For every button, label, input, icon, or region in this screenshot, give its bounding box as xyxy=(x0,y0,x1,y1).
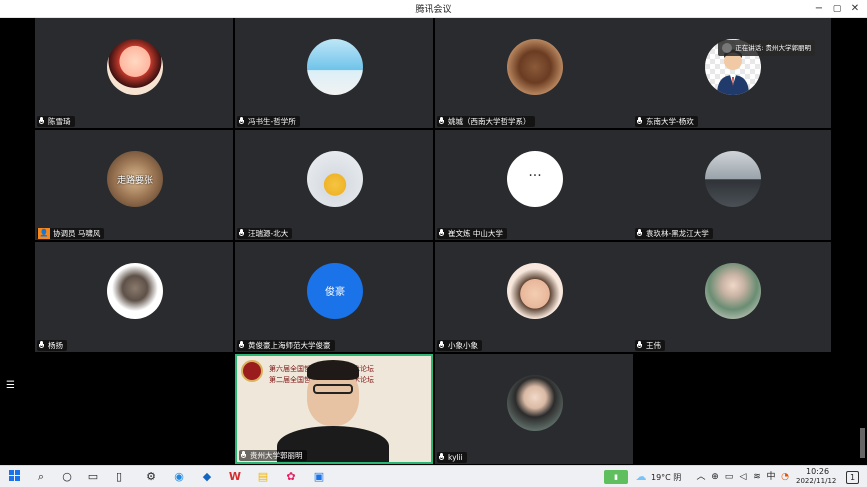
wifi-icon[interactable]: ≋ xyxy=(750,470,764,484)
participant-name: 小象小象 xyxy=(437,340,482,351)
close-button[interactable]: ✕ xyxy=(847,1,863,17)
avatar xyxy=(705,151,761,207)
search-icon[interactable]: ⌕ xyxy=(34,470,48,484)
wps-office-icon[interactable]: W xyxy=(228,470,242,484)
microphone-icon xyxy=(636,117,644,126)
participant-tile[interactable]: 杨扬 xyxy=(35,242,233,352)
microphone-icon xyxy=(438,453,446,462)
participant-tile[interactable]: 王伟 xyxy=(633,242,831,352)
dots-icon: ··· xyxy=(528,168,542,184)
file-explorer-icon[interactable]: ▤ xyxy=(256,470,270,484)
window-title: 腾讯会议 xyxy=(415,5,452,15)
participant-name: 黄俊豪上海师范大学俊豪 xyxy=(237,340,335,351)
tencent-meeting-taskbar-icon[interactable]: ▣ xyxy=(312,470,326,484)
battery-widget-icon[interactable]: ▮ xyxy=(604,470,628,484)
participant-name: 王伟 xyxy=(635,340,665,351)
avatar xyxy=(507,39,563,95)
clock-time[interactable]: 10:26 xyxy=(806,467,829,476)
participant-name: 崔文炼 中山大学 xyxy=(437,228,507,239)
maximize-button[interactable]: ▢ xyxy=(829,1,845,17)
ime-icon[interactable]: 中 xyxy=(764,470,778,484)
participant-name: 冯书生-哲学所 xyxy=(237,116,300,127)
settings-gear-icon[interactable]: ⚙ xyxy=(144,470,158,484)
edge-browser-icon[interactable]: ◉ xyxy=(172,470,186,484)
participant-name: 姚城（西南大学哲学系） xyxy=(437,116,535,127)
notification-icon[interactable]: 1 xyxy=(846,471,859,484)
windows-start-icon[interactable] xyxy=(8,470,22,484)
participant-tile[interactable]: 姚城（西南大学哲学系） xyxy=(435,18,633,128)
chevron-up-icon[interactable]: ︿ xyxy=(694,470,708,484)
photos-app-icon[interactable]: ✿ xyxy=(284,470,298,484)
avatar xyxy=(705,263,761,319)
microphone-icon xyxy=(38,117,46,126)
avatar: ··· xyxy=(507,151,563,207)
participant-tile[interactable]: ··· 崔文炼 中山大学 xyxy=(435,130,633,240)
microphone-icon xyxy=(38,341,46,350)
microphone-icon xyxy=(438,341,446,350)
avatar xyxy=(507,375,563,431)
scroll-handle[interactable] xyxy=(860,428,865,458)
microphone-icon xyxy=(438,117,446,126)
speaker-hair xyxy=(307,360,359,380)
microphone-icon xyxy=(238,229,246,238)
participant-tile[interactable]: 汪瑞源-北大 xyxy=(235,130,433,240)
microphone-icon xyxy=(240,451,248,460)
avatar xyxy=(107,263,163,319)
participant-name: 杨扬 xyxy=(37,340,67,351)
clock-date[interactable]: 2022/11/12 xyxy=(796,477,836,485)
avatar xyxy=(507,263,563,319)
menu-list-icon[interactable]: ☰ xyxy=(6,380,15,391)
weather-cloud-icon[interactable]: ☁ xyxy=(634,470,648,484)
avatar xyxy=(107,39,163,95)
meeting-stage: ☰ 陈雪琦 冯书生-哲学所 姚城（西南大学哲学系） 东南大学-杨欢 正在讲话: … xyxy=(0,18,867,465)
participant-tile[interactable]: 俊豪 黄俊豪上海师范大学俊豪 xyxy=(235,242,433,352)
participant-tile[interactable]: 东南大学-杨欢 正在讲话: 贵州大学郭丽明 xyxy=(633,18,831,128)
participant-video-tile-active[interactable]: 第六届全国哲学青年学生学术论坛 第二届全国哲学青年学生学术论坛 贵州大学郭丽明 xyxy=(235,354,433,464)
participant-tile[interactable]: 冯书生-哲学所 xyxy=(235,18,433,128)
network-icon[interactable]: ⊕ xyxy=(708,470,722,484)
glasses-icon xyxy=(313,384,353,394)
host-badge-icon: 👤 xyxy=(38,228,50,239)
participant-name: 贵州大学郭丽明 xyxy=(239,450,307,461)
avatar: 俊豪 xyxy=(307,263,363,319)
meeting-app-icon[interactable]: ◆ xyxy=(200,470,214,484)
avatar-initials: 俊豪 xyxy=(325,287,345,298)
microphone-icon xyxy=(438,229,446,238)
participant-grid: 陈雪琦 冯书生-哲学所 姚城（西南大学哲学系） 东南大学-杨欢 正在讲话: 贵州… xyxy=(35,18,831,465)
cortana-icon[interactable]: ○ xyxy=(60,470,74,484)
participant-name: kylii xyxy=(437,452,467,463)
participant-tile[interactable]: 袁玖林-黑龙江大学 xyxy=(633,130,831,240)
speaker-avatar-icon xyxy=(722,43,733,53)
participant-tile[interactable]: 陈雪琦 xyxy=(35,18,233,128)
participant-name: 👤 协调员 马啸风 xyxy=(37,228,105,239)
participant-name: 东南大学-杨欢 xyxy=(635,116,698,127)
participant-tile[interactable]: kylii xyxy=(435,354,633,464)
weather-text[interactable]: 19°C 阴 xyxy=(651,472,681,483)
microphone-icon xyxy=(636,341,644,350)
participant-name: 袁玖林-黑龙江大学 xyxy=(635,228,713,239)
app-tray-icon[interactable]: ◔ xyxy=(778,470,792,484)
volume-icon[interactable]: ◁ xyxy=(736,470,750,484)
avatar xyxy=(307,151,363,207)
avatar xyxy=(307,39,363,95)
microphone-icon xyxy=(238,341,246,350)
university-seal-icon xyxy=(241,360,263,382)
title-bar: 腾讯会议 − ▢ ✕ xyxy=(0,0,867,18)
task-view-icon[interactable]: ▭ xyxy=(86,470,100,484)
participant-tile[interactable]: 小象小象 xyxy=(435,242,633,352)
battery-icon[interactable]: ▭ xyxy=(722,470,736,484)
participant-name: 陈雪琦 xyxy=(37,116,75,127)
minimize-button[interactable]: − xyxy=(811,1,827,17)
avatar: 走路要张 xyxy=(107,151,163,207)
participant-name: 汪瑞源-北大 xyxy=(237,228,293,239)
participant-tile[interactable]: 走路要张 👤 协调员 马啸风 xyxy=(35,130,233,240)
microphone-icon xyxy=(636,229,644,238)
windows-taskbar: ⌕ ○ ▭ ▯ ⚙ ◉ ◆ W ▤ ✿ ▣ ▮ ☁ 19°C 阴 ︿ ⊕ ▭ ◁… xyxy=(0,465,867,487)
file-icon[interactable]: ▯ xyxy=(112,470,126,484)
speaking-indicator[interactable]: 正在讲话: 贵州大学郭丽明 xyxy=(718,40,815,56)
video-frame: 第六届全国哲学青年学生学术论坛 第二届全国哲学青年学生学术论坛 xyxy=(237,356,431,462)
microphone-icon xyxy=(238,117,246,126)
avatar-caption: 走路要张 xyxy=(116,176,153,186)
